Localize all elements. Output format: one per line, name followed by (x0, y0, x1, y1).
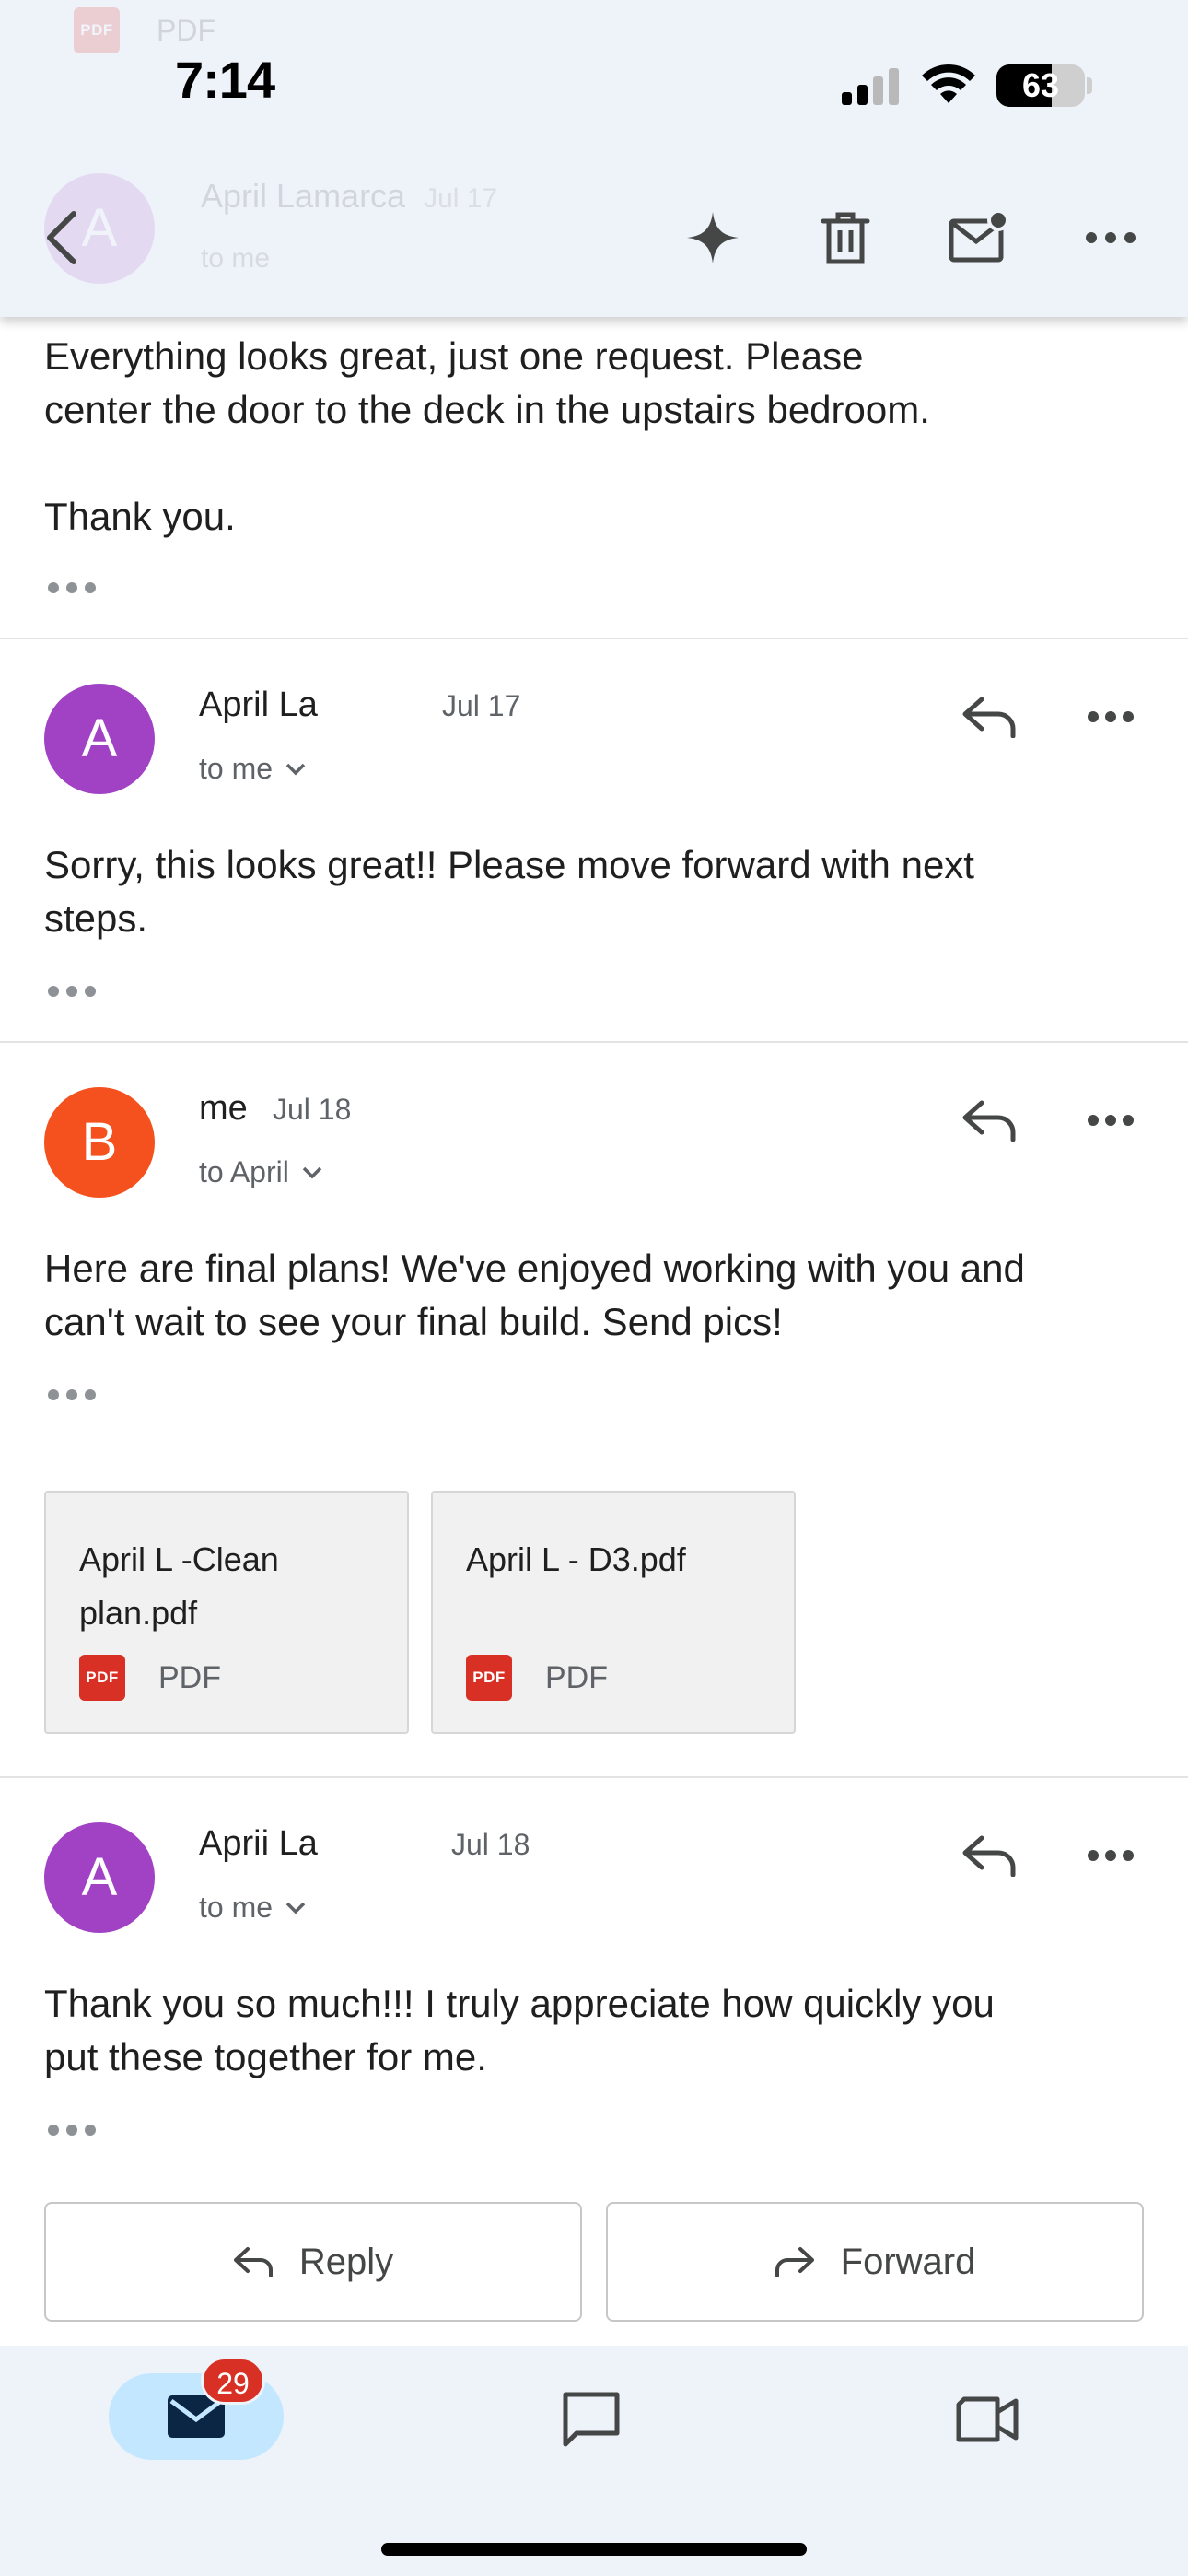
more-options-button[interactable] (1074, 201, 1147, 275)
ghost-recipient: to me (201, 243, 271, 274)
reply-label: Reply (298, 2241, 394, 2282)
reply-button[interactable] (952, 680, 1026, 754)
more-icon (1086, 232, 1136, 243)
mail-unread-icon (949, 210, 1008, 263)
wifi-icon (922, 64, 975, 103)
sender-name: Aprii La (199, 1824, 318, 1863)
battery-indicator: 63 (996, 64, 1085, 107)
attachment-type-row: PDF PDF (79, 1655, 221, 1701)
message-more-button[interactable] (1074, 1819, 1147, 1892)
redaction (328, 687, 438, 720)
attachment-card[interactable]: April L -Clean plan.pdf PDF PDF (44, 1491, 409, 1734)
message-divider (0, 638, 1188, 639)
avatar[interactable]: B (44, 1087, 155, 1198)
reply-icon (962, 1835, 1016, 1877)
attachment-type: PDF (158, 1659, 221, 1695)
cellular-signal-icon (842, 68, 899, 105)
recipient-details[interactable]: to me (199, 1891, 306, 1925)
ghost-sender: April Lamarca Jul 17 (201, 177, 498, 215)
show-trimmed-content[interactable] (48, 1389, 96, 1402)
message-more-button[interactable] (1074, 680, 1147, 754)
message-body: Everything looks great, just one request… (44, 334, 930, 538)
gemini-button[interactable] (676, 201, 750, 275)
reply-button[interactable] (952, 1819, 1026, 1892)
message-date: Jul 18 (451, 1828, 530, 1861)
redaction (324, 1826, 437, 1859)
more-icon (1088, 1850, 1134, 1861)
delete-button[interactable] (809, 201, 882, 275)
sender-name: me (199, 1089, 248, 1128)
recipient-details[interactable]: to April (199, 1155, 322, 1189)
avatar[interactable]: A (44, 1822, 155, 1933)
show-trimmed-content[interactable] (48, 986, 96, 999)
chevron-down-icon (302, 1166, 322, 1178)
attachment-name: April L -Clean plan.pdf (79, 1540, 279, 1632)
recipient-details[interactable]: to me (199, 752, 306, 786)
message-body: Sorry, this looks great!! Please move fo… (44, 843, 974, 940)
ghost-attachment-type: PDF (157, 13, 215, 47)
show-trimmed-content[interactable] (48, 2125, 96, 2137)
chevron-down-icon (285, 1902, 306, 1914)
reply-icon (233, 2247, 273, 2277)
forward-icon (775, 2247, 814, 2277)
battery-percent: 63 (1021, 66, 1060, 104)
attachment-name: April L - D3.pdf (466, 1540, 686, 1578)
message-body: Thank you so much!!! I truly appreciate … (44, 1982, 995, 2078)
bottom-navigation: 29 (0, 2346, 1188, 2576)
battery-tip (1087, 77, 1092, 94)
avatar[interactable]: A (44, 684, 155, 794)
reply-button[interactable] (952, 1083, 1026, 1157)
meet-icon (956, 2396, 1019, 2442)
attachment-card[interactable]: April L - D3.pdf PDF PDF (431, 1491, 796, 1734)
mark-unread-button[interactable] (941, 201, 1015, 275)
reply-icon (962, 697, 1016, 738)
attachment-type: PDF (545, 1659, 608, 1695)
sparkle-icon (687, 212, 739, 263)
message-body: Here are final plans! We've enjoyed work… (44, 1247, 1025, 1343)
message-more-button[interactable] (1074, 1083, 1147, 1157)
chevron-down-icon (285, 763, 306, 775)
pdf-icon: PDF (79, 1655, 125, 1701)
message-date: Jul 17 (442, 689, 521, 722)
pdf-icon: PDF (466, 1655, 512, 1701)
home-indicator (381, 2543, 807, 2556)
nav-meet-tab[interactable] (950, 2383, 1024, 2456)
trash-icon (821, 212, 870, 264)
back-button[interactable] (26, 201, 99, 275)
show-trimmed-content[interactable] (48, 582, 96, 595)
chat-icon (563, 2392, 620, 2447)
attachment-type-row: PDF PDF (466, 1655, 608, 1701)
message-divider (0, 1041, 1188, 1043)
top-app-bar: PDF PDF 7:14 63 A April Lamarca Jul 17 to… (0, 0, 1188, 317)
more-icon (1088, 1115, 1134, 1126)
reply-icon (962, 1100, 1016, 1142)
reply-all-button[interactable]: Reply (44, 2202, 582, 2322)
sender-name: April La (199, 685, 318, 724)
message-date: Jul 18 (273, 1093, 352, 1126)
status-time: 7:14 (175, 51, 275, 109)
nav-chat-tab[interactable] (554, 2383, 628, 2456)
forward-button[interactable]: Forward (606, 2202, 1144, 2322)
status-bar: 7:14 63 (0, 46, 1188, 120)
back-icon (47, 211, 76, 264)
forward-label: Forward (840, 2241, 976, 2282)
message-divider (0, 1776, 1188, 1778)
unread-count-badge: 29 (201, 2357, 265, 2405)
more-icon (1088, 711, 1134, 722)
